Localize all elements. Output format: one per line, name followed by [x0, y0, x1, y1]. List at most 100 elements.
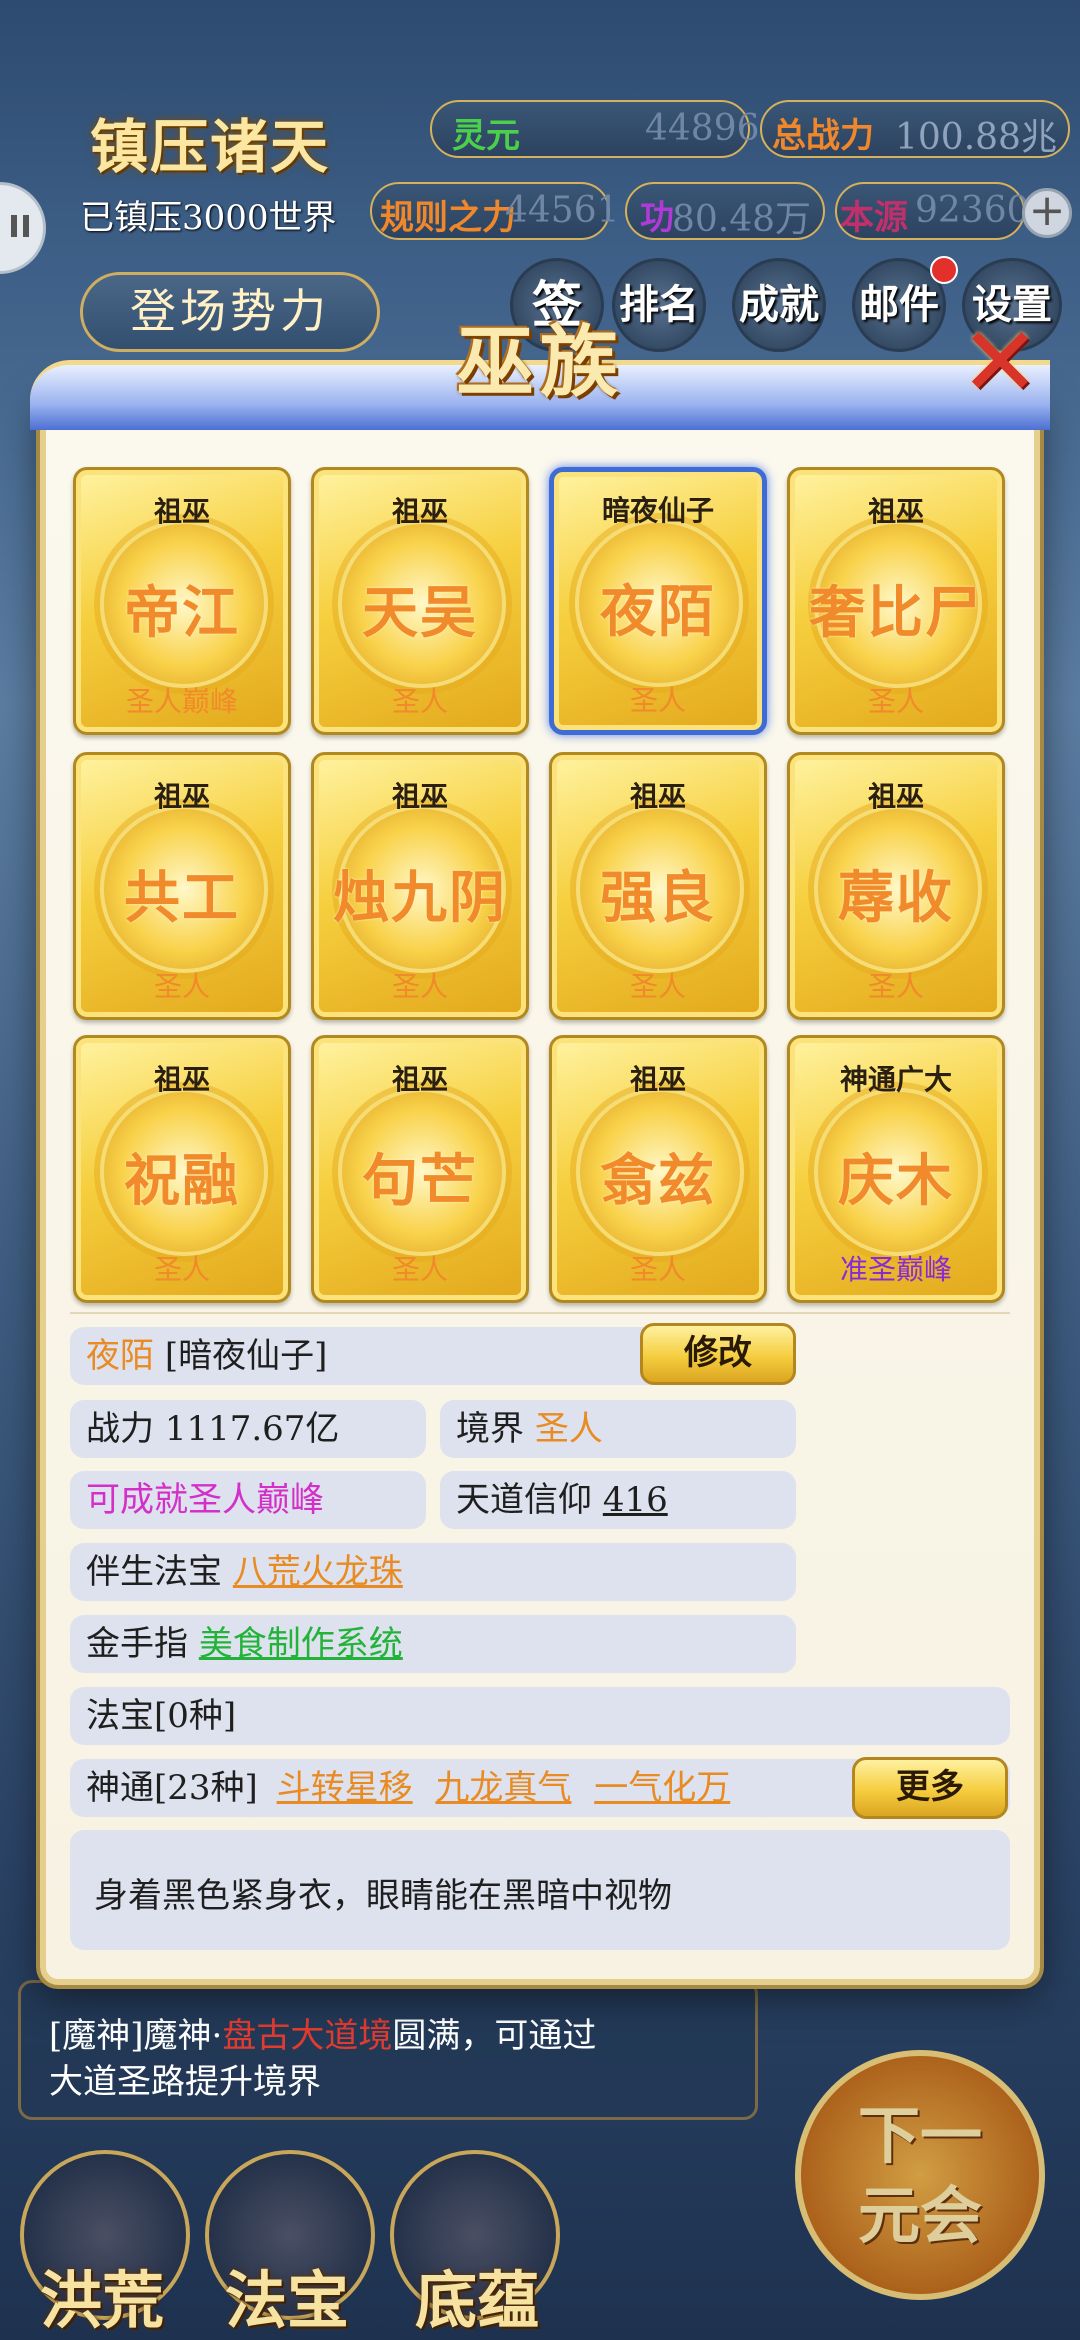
next-era-line2: 元会	[857, 2179, 982, 2252]
lingyuan-value: 44896	[645, 108, 760, 149]
card-name: 祝融	[124, 1148, 240, 1214]
card-title: 祖巫	[391, 495, 448, 528]
card-title: 祖巫	[391, 1063, 448, 1096]
nav-diyun[interactable]: 底蕴	[415, 2250, 539, 2340]
realm-label: 境界	[456, 1409, 524, 1449]
card-rank: 圣人巅峰	[125, 685, 238, 718]
mail-notification-dot	[930, 256, 958, 284]
character-card[interactable]: 祖巫 天吴 圣人	[311, 467, 529, 735]
shentong-item[interactable]: 斗转星移	[277, 1768, 413, 1808]
dialog-title: 巫族	[455, 317, 624, 408]
rule-label: 规则之力	[380, 198, 516, 238]
character-card[interactable]: 祖巫 句芒 圣人	[311, 1035, 529, 1303]
shentong-item[interactable]: 一气化万	[594, 1768, 730, 1808]
card-title: 神通广大	[839, 1063, 952, 1096]
page-title: 镇压诸天	[90, 113, 331, 181]
card-name: 共工	[124, 865, 240, 931]
card-title: 祖巫	[867, 780, 924, 813]
realm-row: 境界 圣人	[440, 1400, 796, 1458]
nav-fabao[interactable]: 法宝	[225, 2250, 349, 2340]
fabao-label: 法宝[0种]	[86, 1696, 237, 1736]
treasure-link[interactable]: 八荒火龙珠	[233, 1552, 403, 1592]
card-rank: 圣人	[391, 685, 448, 718]
achievement-button[interactable]: 成就	[732, 258, 826, 352]
character-card[interactable]: 祖巫 强良 圣人	[549, 752, 767, 1020]
card-rank: 圣人	[629, 1253, 686, 1286]
divider	[70, 1312, 1010, 1314]
power-value: 1117.67亿	[164, 1409, 340, 1449]
character-card-selected[interactable]: 暗夜仙子 夜陌 圣人	[549, 467, 767, 735]
next-era-line1: 下一	[857, 2099, 982, 2172]
power-label: 总战力	[772, 116, 874, 156]
power-row: 战力 1117.67亿	[70, 1400, 426, 1458]
faith-label: 天道信仰	[456, 1480, 592, 1520]
treasure-row: 伴生法宝 八荒火龙珠	[70, 1543, 796, 1601]
character-name: 夜陌	[86, 1336, 154, 1376]
card-rank: 圣人	[391, 1253, 448, 1286]
realm-value: 圣人	[534, 1409, 603, 1449]
card-name: 庆木	[838, 1148, 954, 1214]
card-name: 天吴	[362, 580, 478, 646]
character-title: [暗夜仙子]	[164, 1336, 328, 1376]
card-name: 夜陌	[600, 579, 716, 645]
treasure-label: 伴生法宝	[86, 1552, 222, 1592]
character-description: 身着黑色紧身衣，眼睛能在黑暗中视物	[70, 1830, 1010, 1950]
lingyuan-label: 灵元	[452, 116, 520, 156]
power-label: 战力	[86, 1409, 154, 1449]
character-card[interactable]: 祖巫 共工 圣人	[73, 752, 291, 1020]
character-card[interactable]: 祖巫 翕兹 圣人	[549, 1035, 767, 1303]
finger-link[interactable]: 美食制作系统	[199, 1624, 403, 1664]
card-title: 暗夜仙子	[601, 494, 714, 527]
next-era-button[interactable]: 下一 元会	[795, 2050, 1045, 2300]
message-prefix: [魔神]魔神·	[49, 2016, 223, 2056]
fabao-row: 法宝[0种]	[70, 1687, 1010, 1745]
modify-button[interactable]: 修改	[640, 1323, 796, 1385]
card-name: 奢比尸	[809, 580, 983, 646]
card-rank: 圣人	[867, 970, 924, 1003]
login-faction-button[interactable]: 登场势力	[80, 272, 380, 352]
card-name: 句芒	[362, 1148, 478, 1214]
message-suffix: 圆满，可通过	[392, 2016, 597, 2056]
card-rank: 圣人	[867, 685, 924, 718]
shentong-label: 神通[23种]	[86, 1768, 258, 1808]
nav-honghuang[interactable]: 洪荒	[40, 2250, 164, 2340]
character-card[interactable]: 祖巫 蓐收 圣人	[787, 752, 1005, 1020]
card-rank: 圣人	[629, 970, 686, 1003]
card-title: 祖巫	[153, 780, 210, 813]
message-line2: 大道圣路提升境界	[49, 2062, 321, 2102]
merit-value: 80.48万	[672, 199, 812, 240]
character-card[interactable]: 神通广大 庆木 准圣巅峰	[787, 1035, 1005, 1303]
achievable-text: 可成就圣人巅峰	[86, 1480, 324, 1520]
card-name: 烛九阴	[333, 865, 507, 931]
suppressed-text: 已镇压3000世界	[80, 198, 337, 238]
finger-label: 金手指	[86, 1624, 188, 1664]
source-value: 92360	[915, 190, 1030, 231]
character-card[interactable]: 祖巫 烛九阴 圣人	[311, 752, 529, 1020]
card-title: 祖巫	[153, 1063, 210, 1096]
card-rank: 圣人	[153, 970, 210, 1003]
achievable-row: 可成就圣人巅峰	[70, 1471, 426, 1529]
side-tab[interactable]	[0, 182, 46, 274]
character-card[interactable]: 祖巫 奢比尸 圣人	[787, 467, 1005, 735]
card-rank: 准圣巅峰	[839, 1253, 952, 1286]
character-card[interactable]: 祖巫 帝江 圣人巅峰	[73, 467, 291, 735]
character-card[interactable]: 祖巫 祝融 圣人	[73, 1035, 291, 1303]
card-title: 祖巫	[391, 780, 448, 813]
source-label: 本源	[840, 198, 908, 238]
card-name: 强良	[600, 865, 716, 931]
rule-value: 44561	[505, 190, 620, 231]
card-name: 翕兹	[600, 1148, 716, 1214]
close-icon[interactable]: ✕	[955, 314, 1045, 410]
card-rank: 圣人	[153, 1253, 210, 1286]
card-title: 祖巫	[153, 495, 210, 528]
message-highlight: 盘古大道境	[222, 2016, 393, 2056]
shentong-item[interactable]: 九龙真气	[435, 1768, 571, 1808]
more-button[interactable]: 更多	[852, 1757, 1008, 1819]
card-rank: 圣人	[391, 970, 448, 1003]
merit-label: 功	[640, 198, 674, 238]
faith-value[interactable]: 416	[603, 1480, 668, 1520]
card-title: 祖巫	[867, 495, 924, 528]
card-title: 祖巫	[629, 780, 686, 813]
card-name: 蓐收	[838, 865, 954, 931]
add-resource-button[interactable]: +	[1022, 188, 1072, 238]
